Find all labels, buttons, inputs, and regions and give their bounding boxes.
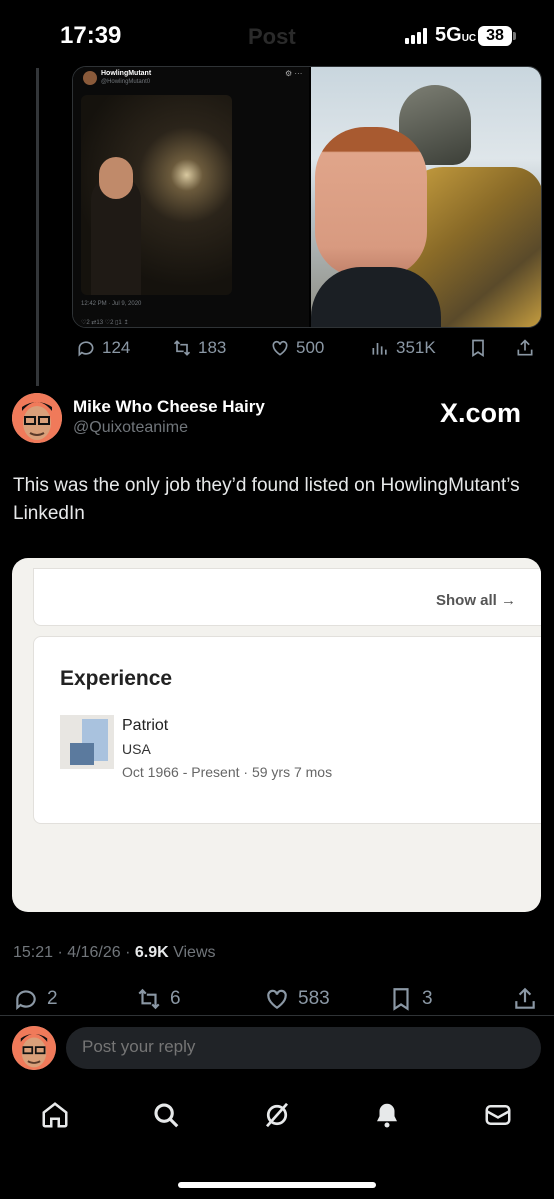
repost-icon [173,340,191,356]
home-icon[interactable] [40,1100,70,1130]
experience-org: USA [122,741,151,757]
post-text: This was the only job they’d found liste… [13,475,520,524]
bookmark-icon [472,339,484,358]
mini-handle: @HowlingMutant0 [101,79,151,85]
man-face [315,127,427,277]
author-name[interactable]: Mike Who Cheese Hairy [73,397,265,417]
repost-icon [138,988,160,1010]
attached-image[interactable]: Show all → Experience Patriot USA Oct 19… [12,558,541,912]
battery-tip [513,32,516,40]
mini-avatar [83,71,97,85]
media-photo[interactable] [311,67,541,327]
heart-icon [272,340,288,356]
heart-icon [267,989,287,1009]
quoted-like-button[interactable]: 500 [270,338,324,358]
thread-line [36,68,39,386]
mini-date: 12:42 PM · Jul 9, 2020 [81,301,142,307]
mini-more-icon: ⚙ ··· [285,69,303,78]
share-icon [515,987,535,1009]
experience-dates: Oct 1966 - Present · 59 yrs 7 mos [122,764,333,780]
experience-role: Patriot [122,717,169,734]
show-all-link: Show all → [436,592,517,609]
messages-icon[interactable] [483,1100,513,1130]
network-indicator: 5GUC [435,24,477,46]
mini-actions: ♡2 ⇄13 ♡2 ▯1 ↥ [81,320,129,326]
grok-icon[interactable] [262,1100,292,1130]
my-avatar[interactable] [12,1026,56,1070]
mini-name: HowlingMutant [101,70,152,77]
views-count: 6.9K [134,944,169,961]
status-time: 17:39 [60,22,122,49]
battery-icon: 38 [478,26,512,46]
views-icon [372,343,387,355]
quoted-views-button[interactable]: 351K [370,338,436,358]
post-meta: 15:21 · 4/16/26 · 6.9K Views [13,944,216,961]
experience-title: Experience [60,667,173,690]
search-icon[interactable] [151,1100,181,1130]
quoted-bookmark-button[interactable] [468,338,488,358]
home-indicator[interactable] [178,1182,376,1188]
divider [0,1015,554,1016]
author-avatar[interactable] [12,393,62,443]
quoted-reply-button[interactable]: 124 [76,338,130,358]
experience-section: Experience Patriot USA Oct 1966 - Presen… [33,636,541,824]
cartoon-face-icon [12,393,62,443]
cartoon-face-icon [12,1026,56,1070]
author-handle[interactable]: @Quixoteanime [73,419,188,437]
share-button[interactable] [512,986,538,1012]
media-screenshot[interactable]: HowlingMutant @HowlingMutant0 ⚙ ··· 12:4… [73,67,309,327]
reply-icon [78,341,94,357]
reply-icon [16,990,36,1010]
signal-icon [405,28,429,44]
card-top-section: Show all → [33,568,541,626]
reply-button[interactable]: 2 [13,986,58,1012]
bookmark-button[interactable]: 3 [388,986,433,1012]
like-button[interactable]: 583 [264,986,330,1012]
header-title: Post [248,24,296,49]
company-logo [60,715,114,769]
mini-photo [81,95,232,295]
notifications-icon[interactable] [372,1100,402,1130]
reply-input[interactable] [82,1037,482,1057]
quoted-repost-button[interactable]: 183 [172,338,226,358]
post-media[interactable]: HowlingMutant @HowlingMutant0 ⚙ ··· 12:4… [72,66,542,328]
quoted-share-button[interactable] [515,338,535,358]
repost-button[interactable]: 6 [136,986,181,1012]
reply-box[interactable] [66,1027,541,1069]
bookmark-icon [393,988,409,1011]
source-label: X.com [440,398,522,428]
share-icon [517,339,533,356]
